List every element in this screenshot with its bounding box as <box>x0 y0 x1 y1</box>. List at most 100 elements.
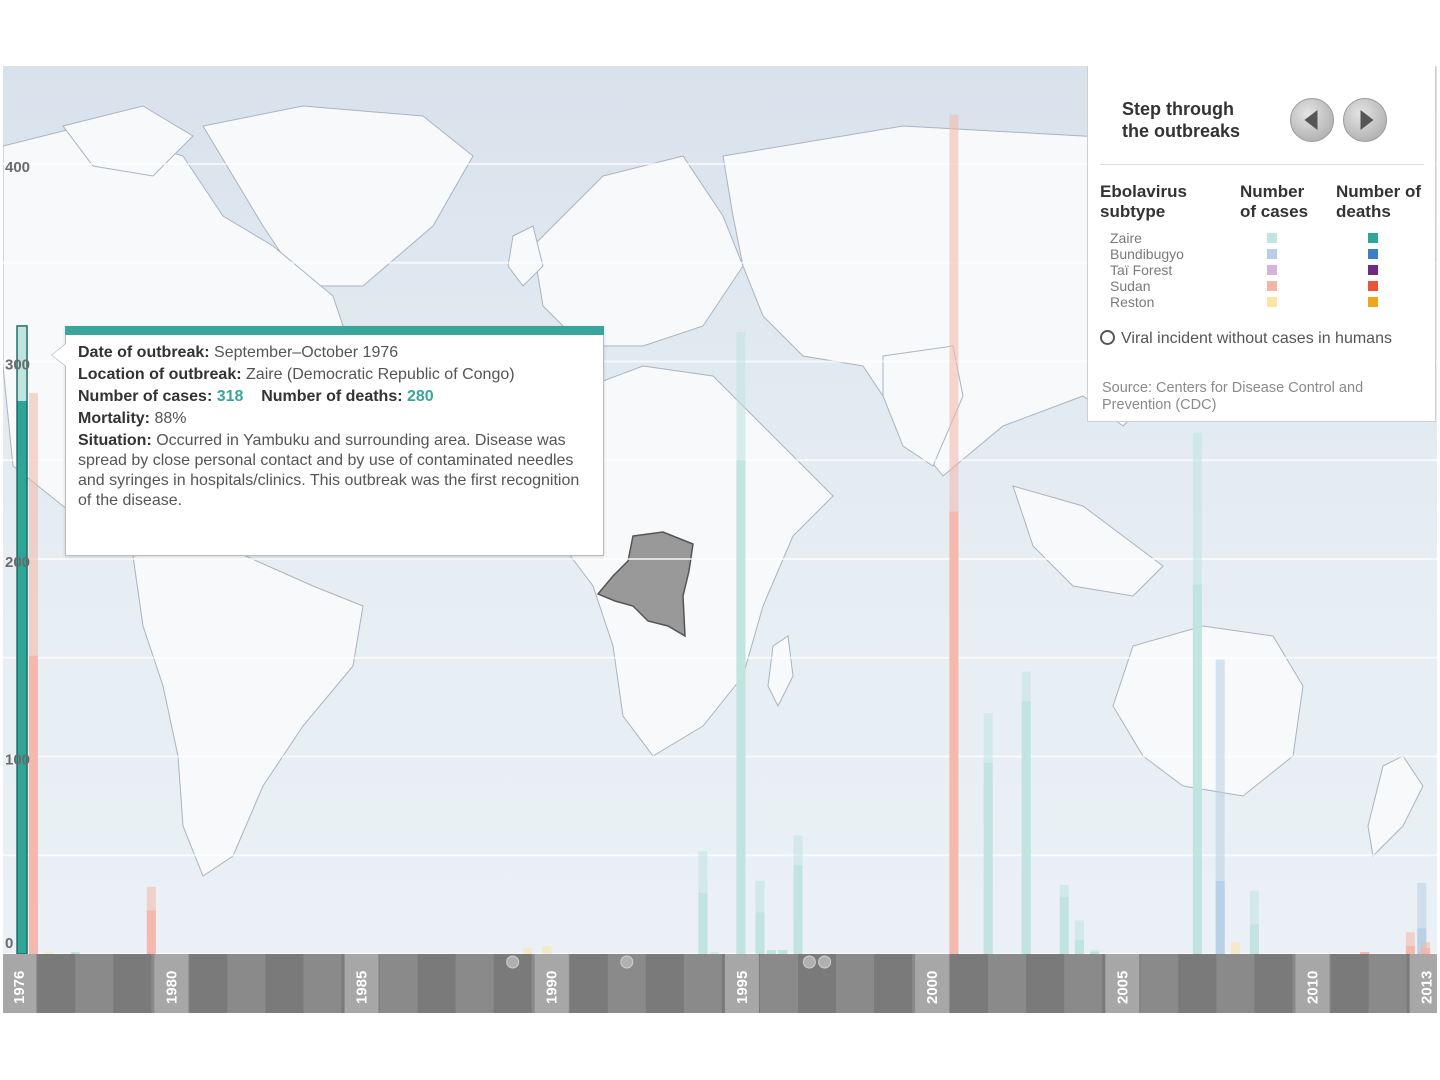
outbreak-bar[interactable] <box>1192 432 1202 955</box>
outbreak-bar[interactable] <box>736 331 746 954</box>
timeline-year-band <box>265 954 304 1013</box>
timeline-year-label[interactable]: 1995 <box>734 971 751 1004</box>
tooltip-cases-value: 318 <box>216 388 244 405</box>
legend-cases-swatch <box>1267 265 1277 275</box>
legend-deaths-swatch <box>1368 249 1378 259</box>
y-tick-label: 0 <box>5 935 13 952</box>
timeline-year-label[interactable]: 2010 <box>1304 971 1321 1004</box>
legend-label: Taï Forest <box>1110 262 1173 278</box>
outbreak-bar[interactable] <box>542 946 552 954</box>
tooltip-mortality-row: Mortality: 88% <box>78 410 186 428</box>
tooltip-counts-row: Number of cases: 318 Number of deaths: 2… <box>78 388 434 406</box>
outbreak-bar[interactable] <box>1021 671 1031 954</box>
outbreak-deaths-bar[interactable] <box>698 892 708 954</box>
tooltip-situation-row: Situation: Occurred in Yambuku and surro… <box>78 431 588 511</box>
legend-header-cases: Number of cases <box>1240 182 1309 221</box>
timeline-year-band <box>1178 954 1217 1013</box>
outbreak-bar[interactable] <box>755 880 765 954</box>
outbreak-deaths-bar[interactable] <box>1249 924 1259 954</box>
legend-cases-swatch <box>1267 233 1277 243</box>
tooltip-deaths-value: 280 <box>407 388 434 405</box>
outbreak-deaths-bar[interactable] <box>1021 701 1031 954</box>
outbreak-cases-bar[interactable] <box>1230 942 1240 954</box>
tooltip-pointer <box>52 344 66 366</box>
timeline-year-band <box>1026 954 1065 1013</box>
legend-deaths-swatch <box>1368 233 1378 243</box>
outbreak-deaths-bar[interactable] <box>755 912 765 954</box>
timeline-year-band <box>417 954 456 1013</box>
arrow-right-icon <box>1360 110 1374 130</box>
legend-label: Zaire <box>1110 230 1142 246</box>
timeline-year-band <box>189 954 228 1013</box>
tooltip-location-label: Location of outbreak: <box>78 366 242 383</box>
timeline-year-band <box>1330 954 1369 1013</box>
outbreak-bar[interactable] <box>1230 942 1240 954</box>
outbreak-bar[interactable] <box>1249 890 1259 954</box>
timeline-year-band <box>37 954 76 1013</box>
legend-header-subtype: Ebolavirus subtype <box>1100 182 1187 221</box>
outbreak-cases-bar[interactable] <box>542 946 552 954</box>
tooltip-situation-value: Occurred in Yambuku and surrounding area… <box>78 432 580 509</box>
outbreak-bar[interactable] <box>146 886 156 954</box>
source-note: Source: Centers for Disease Control and … <box>1102 380 1364 413</box>
outbreak-bar[interactable] <box>1215 659 1225 954</box>
viral-incident-marker[interactable] <box>506 955 520 969</box>
legend-header-deaths: Number of deaths <box>1336 182 1421 221</box>
outbreak-bar[interactable] <box>28 393 38 955</box>
outbreak-bar[interactable] <box>983 713 993 954</box>
tooltip-date-value: September–October 1976 <box>214 344 399 361</box>
outbreak-deaths-bar[interactable] <box>1074 940 1084 954</box>
timeline-year-label[interactable]: 1990 <box>544 971 561 1004</box>
previous-outbreak-button[interactable] <box>1290 98 1334 142</box>
outbreak-bar[interactable] <box>793 835 803 955</box>
viral-incident-marker[interactable] <box>802 955 816 969</box>
timeline-year-label[interactable]: 2000 <box>924 971 941 1004</box>
tooltip-mortality-label: Mortality: <box>78 410 150 427</box>
outbreak-bar[interactable] <box>1074 920 1084 954</box>
y-tick-label: 200 <box>5 554 30 571</box>
outbreak-deaths-bar[interactable] <box>1192 584 1202 954</box>
outbreak-deaths-bar[interactable] <box>983 762 993 954</box>
outbreak-deaths-bar[interactable] <box>1405 946 1415 954</box>
outbreak-bar[interactable] <box>1421 942 1431 954</box>
legend-label: Reston <box>1110 294 1155 310</box>
ring-icon <box>1100 330 1115 345</box>
legend-cases-swatch <box>1267 249 1277 259</box>
outbreak-deaths-bar[interactable] <box>793 865 803 954</box>
outbreak-bar[interactable] <box>698 851 708 954</box>
timeline-axis[interactable]: 1976 1980 1985 1990 1995 2000 2005 2010 2013 <box>3 954 1437 1013</box>
tooltip-mortality-value: 88% <box>154 410 187 427</box>
tooltip-location-value: Zaire (Democratic Republic of Congo) <box>246 366 515 383</box>
tooltip-date-row: Date of outbreak: September–October 1976 <box>78 344 398 362</box>
outbreak-deaths-bar[interactable] <box>949 511 959 954</box>
viral-incident-marker[interactable] <box>818 955 832 969</box>
tooltip-accent-bar <box>65 326 604 335</box>
tooltip-situation-label: Situation: <box>78 432 152 449</box>
next-outbreak-button[interactable] <box>1343 98 1387 142</box>
timeline-year-label[interactable]: 1985 <box>354 971 371 1004</box>
viral-incident-marker[interactable] <box>620 955 634 969</box>
outbreak-bar[interactable] <box>1059 884 1069 954</box>
legend-row-zaire: Zaire <box>1110 230 1420 246</box>
legend-panel: Step through the outbreaks Ebolavirus su… <box>1087 66 1436 422</box>
tooltip-cases-label: Number of cases: <box>78 388 213 405</box>
timeline-year-label[interactable]: 2013 <box>1419 971 1436 1004</box>
outbreak-bar[interactable] <box>1405 932 1415 954</box>
outbreak-bar[interactable] <box>949 114 959 954</box>
outbreak-deaths-bar[interactable] <box>28 655 38 954</box>
timeline-year-label[interactable]: 1980 <box>163 971 180 1004</box>
arrow-left-icon <box>1304 110 1318 130</box>
outbreak-bar[interactable] <box>16 325 28 955</box>
legend-deaths-swatch <box>1368 265 1378 275</box>
timeline-year-band <box>113 954 152 1013</box>
legend-label: Sudan <box>1110 278 1151 294</box>
outbreak-deaths-bar[interactable] <box>1215 880 1225 954</box>
outbreak-deaths-bar[interactable] <box>1059 896 1069 954</box>
timeline-year-label[interactable]: 2005 <box>1114 971 1131 1004</box>
outbreak-deaths-bar[interactable] <box>17 401 28 954</box>
outbreak-deaths-bar[interactable] <box>736 460 746 954</box>
y-tick-label: 400 <box>5 159 30 176</box>
legend-cases-swatch <box>1267 297 1277 307</box>
outbreak-deaths-bar[interactable] <box>146 910 156 954</box>
timeline-year-label[interactable]: 1976 <box>11 971 28 1004</box>
